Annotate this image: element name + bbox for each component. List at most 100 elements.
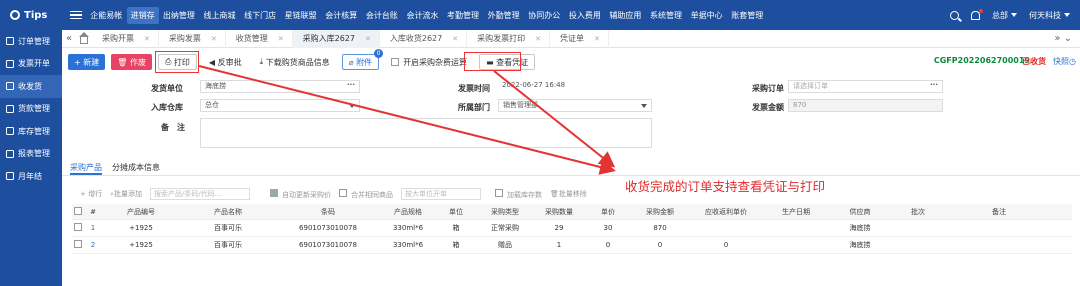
merge-same-checkbox[interactable] — [339, 188, 348, 197]
table-cell: 赠品 — [498, 241, 512, 249]
tab-voucher[interactable]: 凭证单 ✕ — [550, 29, 609, 48]
auto-update-price-toggle[interactable]: 自动更新采购价 — [270, 188, 332, 200]
menu-toggle-icon[interactable] — [70, 10, 82, 20]
table-row[interactable]: 2 +1925 百事可乐 6901073010078 330ml*6 箱 赠品 … — [72, 237, 1072, 254]
payment-icon — [6, 104, 14, 113]
download-button[interactable]: ⤓ 下载购货商品信息 — [254, 54, 336, 70]
add-stock-toggle[interactable]: 加载库存数 — [495, 188, 542, 200]
top-nav-item[interactable]: 线上商城 — [199, 10, 240, 21]
sidebar-item-inventory[interactable]: 库存管理 — [0, 120, 62, 143]
top-nav-item-active[interactable]: 进销存 — [126, 6, 159, 24]
close-icon[interactable]: ✕ — [144, 35, 150, 43]
top-nav-item[interactable]: 会计核算 — [321, 10, 362, 21]
close-icon[interactable]: ✕ — [365, 35, 371, 43]
invoice-time-field[interactable]: 2022-06-27 16:48 — [498, 80, 652, 93]
table-cell: 百事可乐 — [214, 241, 242, 249]
new-button[interactable]: + 新建 — [68, 54, 106, 70]
department-label: 所属部门 — [458, 103, 490, 112]
remark-textarea[interactable] — [200, 118, 652, 148]
bell-icon[interactable] — [971, 8, 983, 20]
top-nav-item[interactable]: 线下门店 — [240, 10, 281, 21]
tab-purchase-billing[interactable]: 采购开票 ✕ — [92, 29, 159, 48]
tab-purchase-inbound[interactable]: 采购入库2627 ✕ — [292, 29, 380, 48]
product-search-input[interactable]: 搜索产品/条码/代码... — [150, 188, 251, 200]
add-stock-checkbox[interactable] — [495, 188, 504, 197]
tab-label: 采购入库2627 — [302, 34, 355, 43]
top-nav-item[interactable]: 协同办公 — [524, 10, 565, 21]
top-nav-item[interactable]: 星链联盟 — [280, 10, 321, 21]
sidebar-item-label: 月年结 — [18, 171, 42, 181]
unapprove-button[interactable]: ◀ 反审批 — [203, 54, 248, 70]
top-nav-item[interactable]: 考勤管理 — [443, 10, 484, 21]
column-header: 备注 — [992, 207, 1006, 216]
annotation-text: 收货完成的订单支持查看凭证与打印 — [625, 179, 826, 194]
tab-cost-allocation[interactable]: 分摊成本信息 — [112, 160, 160, 175]
more-icon[interactable]: ··· — [930, 81, 938, 91]
tab-invoice-print[interactable]: 采购发票打印 ✕ — [467, 29, 550, 48]
sidebar-item-shipping[interactable]: 收发货 — [0, 75, 62, 98]
close-icon[interactable]: ✕ — [278, 35, 284, 43]
supplier-field[interactable]: 海底捞 ··· — [200, 80, 360, 93]
top-nav-item[interactable]: 会计台账 — [362, 10, 403, 21]
table-row[interactable]: 1 +1925 百事可乐 6901073010078 330ml*6 箱 正常采… — [72, 220, 1072, 237]
snapshot-link[interactable]: 快照◷ — [1053, 56, 1076, 67]
top-nav-item[interactable]: 会计流水 — [402, 10, 443, 21]
sidebar-item-payments[interactable]: 货款管理 — [0, 98, 62, 121]
trash-icon: 🗑 — [117, 57, 130, 67]
warehouse-select[interactable]: 总仓 — [200, 99, 360, 112]
tab-receiving[interactable]: 收货管理 ✕ — [226, 29, 293, 48]
auto-update-checkbox[interactable] — [270, 188, 279, 197]
po-field[interactable]: 请选择订单 ··· — [788, 80, 943, 93]
snapshot-label: 快照 — [1053, 57, 1070, 66]
top-nav-item[interactable]: 单据中心 — [686, 10, 727, 21]
table-cell: 330ml*6 — [392, 241, 424, 249]
brand[interactable]: Tips — [0, 10, 70, 21]
action-toolbar: + 新建 🗑 作废 ⎙ 打印 ◀ 反审批 ⤓ 下载购货商品信息 ⌀ 附件 0 开启… — [62, 49, 1080, 74]
company-menu[interactable]: 何天科技 — [1029, 10, 1070, 21]
tab-products[interactable]: 采购产品 — [70, 160, 102, 175]
top-nav-item[interactable]: 出纳管理 — [159, 10, 200, 21]
department-select[interactable]: 销售管理部 — [498, 99, 652, 112]
tab-scroll-right-icon[interactable]: » ⌄ — [1054, 33, 1072, 44]
table-cell: 百事可乐 — [214, 224, 242, 232]
close-icon[interactable]: ✕ — [535, 35, 541, 43]
void-button[interactable]: 🗑 作废 — [111, 54, 152, 70]
batch-add-button[interactable]: ⌕批量添加 — [110, 189, 142, 199]
sidebar-item-orders[interactable]: 订单管理 — [0, 30, 62, 53]
sidebar-item-closing[interactable]: 月年结 — [0, 165, 62, 188]
batch-remove-button[interactable]: 🗑批量移除 — [550, 189, 587, 199]
tab-inbound-receipt[interactable]: 入库收货2627 ✕ — [380, 29, 468, 48]
misc-fee-checkbox[interactable] — [391, 58, 400, 66]
tab-purchase-invoice[interactable]: 采购发票 ✕ — [159, 29, 226, 48]
more-icon[interactable]: ··· — [347, 81, 355, 91]
add-row-button[interactable]: + 增行 — [80, 189, 102, 199]
column-header: 采购类型 — [491, 207, 519, 216]
merge-same-toggle[interactable]: 合并相同商品 — [339, 188, 393, 200]
top-nav-item[interactable]: 企能易帐 — [86, 10, 127, 21]
search-icon[interactable] — [950, 10, 959, 20]
grid-toolbar: + 增行 ⌕批量添加 搜索产品/条码/代码... 自动更新采购价 合并相同商品 … — [62, 186, 1080, 202]
attachment-button[interactable]: ⌀ 附件 0 — [341, 49, 384, 70]
row-checkbox[interactable] — [72, 223, 84, 233]
sidebar-item-invoices[interactable]: 发票开单 — [0, 53, 62, 76]
close-icon[interactable]: ✕ — [211, 35, 217, 43]
table-cell: 正常采购 — [491, 224, 519, 232]
close-icon[interactable]: ✕ — [452, 35, 458, 43]
row-checkbox[interactable] — [72, 240, 84, 250]
close-icon[interactable]: ✕ — [594, 35, 600, 43]
top-nav-item[interactable]: 投入费用 — [565, 10, 606, 21]
tab-scroll-left-icon[interactable]: « — [62, 33, 76, 44]
auto-update-label: 自动更新采购价 — [282, 190, 332, 199]
user-menu[interactable]: 总部 — [992, 10, 1017, 21]
top-nav-item[interactable]: 账套管理 — [727, 10, 768, 21]
tab-home[interactable] — [76, 31, 92, 44]
sidebar-item-reports[interactable]: 报表管理 — [0, 143, 62, 166]
top-nav-item[interactable]: 外勤管理 — [483, 10, 524, 21]
top-nav-item[interactable]: 辅助应用 — [605, 10, 646, 21]
misc-fee-toggle[interactable]: 开启采购杂费运算 — [385, 54, 473, 70]
table-cell: 海底捞 — [849, 224, 871, 232]
unit-select[interactable]: 按大单位开单 — [401, 188, 482, 200]
top-nav-item[interactable]: 系统管理 — [646, 10, 687, 21]
department-value: 销售管理部 — [503, 101, 538, 109]
select-all-checkbox[interactable] — [72, 206, 84, 217]
